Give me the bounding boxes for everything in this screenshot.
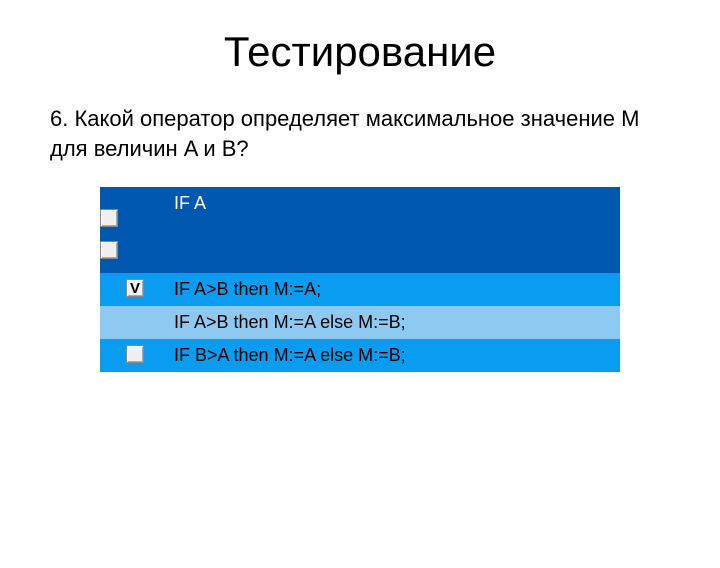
checkbox-opt-blank[interactable] [100, 241, 118, 259]
page-title: Тестирование [0, 28, 720, 76]
option-row-2: IF A>B then M:=A else M:=B; [100, 306, 620, 339]
option-label-1: IF A>B then M:=A; [170, 273, 620, 306]
option-label-0: IF A [170, 187, 620, 220]
question-text: 6. Какой оператор определяет максимально… [50, 104, 670, 163]
checkbox-opt3[interactable] [126, 345, 144, 363]
option-check-cell-2 [100, 306, 170, 312]
option-label-3: IF B>A then M:=A else M:=B; [170, 339, 620, 372]
option-row-0: IF A [100, 187, 620, 273]
checkbox-opt1[interactable]: V [126, 279, 144, 297]
options-table: IF A V IF A>B then M:=A; IF A>B then M:=… [100, 187, 620, 372]
option-check-cell-3 [100, 339, 170, 363]
checkbox-opt0[interactable] [100, 209, 118, 227]
option-check-cell-1: V [100, 273, 170, 297]
option-row-3: IF B>A then M:=A else M:=B; [100, 339, 620, 372]
option-row-1: V IF A>B then M:=A; [100, 273, 620, 306]
option-label-2: IF A>B then M:=A else M:=B; [170, 306, 620, 339]
option-check-cell-0 [100, 187, 170, 273]
